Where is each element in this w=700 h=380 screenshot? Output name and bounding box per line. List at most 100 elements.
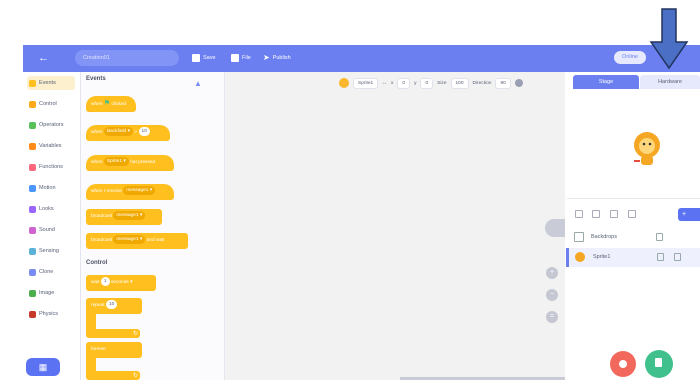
project-name-input[interactable]: Creation01 — [75, 50, 179, 66]
zoom-reset-icon[interactable]: = — [546, 311, 558, 323]
category-item-variables[interactable]: Variables — [29, 139, 62, 153]
upload-icon[interactable] — [592, 210, 600, 218]
tab-stage[interactable]: Stage — [573, 75, 639, 89]
publish-button[interactable]: ➤ Publish — [263, 52, 291, 64]
functions-icon — [29, 163, 36, 171]
category-item-control[interactable]: Control — [29, 97, 57, 111]
lion-sprite-icon[interactable] — [627, 130, 667, 170]
backdrops-row[interactable]: Backdrops — [567, 228, 700, 246]
run-button[interactable] — [645, 350, 673, 378]
category-label: Variables — [39, 143, 62, 149]
down-arrow-icon — [649, 8, 689, 70]
file-button[interactable]: File — [231, 52, 251, 64]
grid-icon[interactable] — [610, 210, 618, 218]
stage-canvas[interactable] — [567, 90, 700, 199]
paper-plane-icon: ➤ — [263, 53, 270, 62]
sprite-info-bar: Sprite1 ↔ x 0 y 0 Size 100 Direction 90 — [339, 76, 523, 90]
sprite-thumbnail-icon — [575, 252, 585, 262]
category-label: Sound — [39, 227, 55, 233]
block-forever-arm — [86, 358, 96, 372]
save-label: Save — [203, 55, 216, 61]
folder-icon[interactable] — [628, 210, 636, 218]
copy-icon[interactable] — [657, 253, 664, 261]
category-label: Functions — [39, 164, 63, 170]
block-repeat-footer — [86, 329, 140, 338]
copy-icon[interactable] — [656, 233, 663, 241]
block-text: when I receive — [91, 189, 122, 194]
direction-field[interactable]: 90 — [495, 77, 511, 89]
block-wait-seconds[interactable]: wait 1 seconds ▾ — [86, 275, 156, 291]
y-field[interactable]: 0 — [420, 77, 434, 89]
block-forever[interactable]: forever ↻ — [86, 342, 142, 380]
category-label: Control — [39, 101, 57, 107]
sprite-thumbnail-icon — [339, 78, 349, 88]
paint-icon[interactable] — [575, 210, 583, 218]
collapse-panel-handle[interactable] — [545, 219, 565, 237]
block-dropdown[interactable]: message1 ▾ — [123, 186, 156, 196]
block-when-sprite-hat[interactable]: when Sprite1 ▾ hat pressed — [86, 155, 174, 171]
block-dropdown[interactable]: message1 ▾ — [113, 211, 146, 221]
image-icon — [29, 289, 36, 297]
block-text: broadcast — [91, 238, 113, 243]
zoom-out-icon[interactable]: − — [546, 289, 558, 301]
category-item-events[interactable]: Events — [29, 76, 56, 90]
save-icon — [192, 54, 200, 62]
tab-hardware[interactable]: Hardware — [640, 75, 700, 89]
sprite-row-selected[interactable]: Sprite1 — [566, 248, 700, 267]
block-text: repeat — [91, 303, 105, 308]
category-item-sensing[interactable]: Sensing — [29, 244, 59, 258]
block-broadcast[interactable]: broadcast message1 ▾ — [86, 209, 162, 225]
category-item-clone[interactable]: Clone — [29, 265, 53, 279]
motion-icon — [29, 184, 36, 192]
block-dropdown[interactable]: message1 ▾ — [113, 235, 146, 245]
events-icon — [29, 79, 36, 87]
stop-button[interactable] — [610, 351, 636, 377]
category-label: Motion — [39, 185, 56, 191]
file-label: File — [242, 55, 251, 61]
block-text: seconds ▾ — [110, 280, 133, 285]
sprite-name-field[interactable]: Sprite1 — [353, 77, 379, 89]
category-item-sound[interactable]: Sound — [29, 223, 55, 237]
block-text: forever — [91, 347, 106, 352]
block-text: when — [91, 102, 103, 107]
category-item-motion[interactable]: Motion — [29, 181, 56, 195]
block-dropdown[interactable]: Backfield ▾ — [103, 127, 134, 137]
block-broadcast-and-wait[interactable]: broadcast message1 ▾ and wait — [86, 233, 188, 249]
block-repeat-arm — [86, 314, 96, 329]
x-label: x — [391, 80, 394, 86]
category-item-functions[interactable]: Functions — [29, 160, 63, 174]
save-button[interactable]: Save — [192, 52, 216, 64]
category-item-operators[interactable]: Operators — [29, 118, 63, 132]
category-item-physics[interactable]: Physics — [29, 307, 58, 321]
size-field[interactable]: 100 — [450, 77, 469, 89]
block-repeat[interactable]: repeat 10 ↻ — [86, 298, 142, 338]
x-field[interactable]: 0 — [397, 77, 411, 89]
sound-icon — [29, 226, 36, 234]
block-text: wait — [91, 280, 100, 285]
add-extension-button[interactable]: ▦ — [26, 358, 60, 376]
online-toggle[interactable]: Online — [614, 51, 646, 64]
block-text: > — [134, 130, 138, 135]
block-number-input[interactable]: 1 — [100, 277, 110, 287]
block-when-flag-clicked[interactable]: when ⚑ clicked — [86, 96, 136, 112]
block-number-input[interactable]: 10 — [138, 127, 150, 137]
category-item-looks[interactable]: Looks — [29, 202, 54, 216]
block-when-key-pressed[interactable]: when Backfield ▾ > 10 — [86, 125, 170, 141]
block-dropdown[interactable]: Sprite1 ▾ — [103, 157, 129, 167]
block-text: clicked — [111, 102, 127, 107]
block-number-input[interactable]: 10 — [105, 300, 118, 310]
sprite-label: Sprite1 — [593, 254, 611, 260]
y-label: y — [414, 80, 417, 86]
block-text: and wait — [146, 238, 165, 243]
add-sprite-button[interactable]: + — [678, 208, 700, 221]
code-workspace[interactable] — [225, 72, 565, 380]
control-icon — [29, 100, 36, 108]
back-arrow-icon[interactable]: ← — [38, 52, 49, 64]
block-when-i-receive[interactable]: when I receive message1 ▾ — [86, 184, 174, 200]
visibility-eye-icon[interactable] — [514, 79, 523, 87]
category-item-image[interactable]: Image — [29, 286, 54, 300]
pin-icon[interactable]: ▲ — [194, 79, 202, 88]
delete-icon[interactable] — [674, 253, 681, 261]
block-text: when — [91, 130, 103, 135]
zoom-in-icon[interactable]: + — [546, 267, 558, 279]
